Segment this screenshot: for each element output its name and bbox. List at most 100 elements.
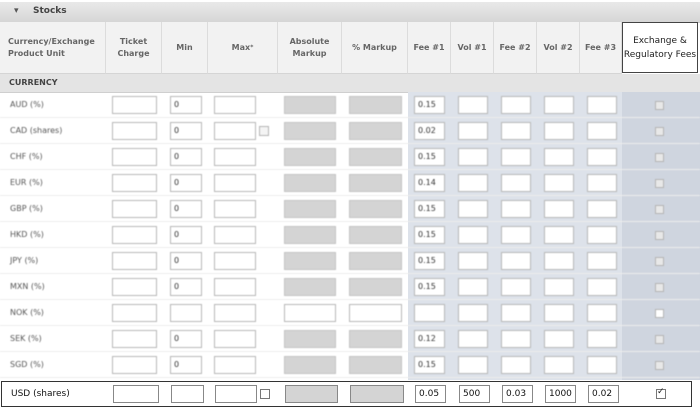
- exchange-fees-checkbox[interactable]: [655, 257, 664, 266]
- max-input[interactable]: [214, 200, 256, 218]
- fee2-input[interactable]: [501, 174, 531, 192]
- fee3-input[interactable]: [587, 278, 617, 296]
- vol2-input[interactable]: [544, 330, 574, 348]
- fee1-input[interactable]: 0.15: [414, 200, 445, 218]
- absolute-markup-input[interactable]: [284, 356, 336, 374]
- absolute-markup-input[interactable]: [284, 304, 336, 322]
- fee2-input[interactable]: [501, 148, 531, 166]
- min-input[interactable]: 0: [170, 356, 202, 374]
- vol2-input[interactable]: [544, 174, 574, 192]
- min-input[interactable]: [170, 304, 202, 322]
- collapse-icon[interactable]: ▾: [14, 6, 19, 16]
- max-input[interactable]: [214, 174, 256, 192]
- exchange-fees-checkbox[interactable]: [655, 101, 664, 110]
- max-input[interactable]: [214, 148, 256, 166]
- min-input[interactable]: 0: [170, 96, 202, 114]
- max-input[interactable]: [214, 226, 256, 244]
- panel-header[interactable]: ▾ Stocks: [0, 2, 700, 23]
- vol1-input[interactable]: [458, 330, 488, 348]
- usd-absolute-markup-input[interactable]: [285, 385, 338, 403]
- fee2-input[interactable]: [501, 278, 531, 296]
- usd-vol1-input[interactable]: 500: [459, 385, 490, 403]
- fee1-input[interactable]: 0.15: [414, 252, 445, 270]
- pct-markup-input[interactable]: [349, 148, 402, 166]
- pct-markup-input[interactable]: [349, 356, 402, 374]
- exchange-fees-checkbox[interactable]: [655, 153, 664, 162]
- max-input[interactable]: [214, 356, 256, 374]
- ticket-input[interactable]: [112, 356, 157, 374]
- pct-markup-input[interactable]: [349, 304, 402, 322]
- fee3-input[interactable]: [587, 148, 617, 166]
- pct-markup-input[interactable]: [349, 122, 402, 140]
- ticket-input[interactable]: [112, 278, 157, 296]
- fee1-input[interactable]: 0.15: [414, 96, 445, 114]
- vol2-input[interactable]: [544, 96, 574, 114]
- min-input[interactable]: 0: [170, 122, 202, 140]
- fee2-input[interactable]: [501, 200, 531, 218]
- usd-fee1-input[interactable]: 0.05: [415, 385, 446, 403]
- vol1-input[interactable]: [458, 122, 488, 140]
- vol2-input[interactable]: [544, 200, 574, 218]
- max-checkbox[interactable]: [259, 126, 269, 136]
- fee1-input[interactable]: 0.15: [414, 148, 445, 166]
- vol1-input[interactable]: [458, 252, 488, 270]
- max-input[interactable]: [214, 330, 256, 348]
- fee3-input[interactable]: [587, 304, 617, 322]
- min-input[interactable]: 0: [170, 330, 202, 348]
- vol1-input[interactable]: [458, 174, 488, 192]
- pct-markup-input[interactable]: [349, 174, 402, 192]
- fee3-input[interactable]: [587, 174, 617, 192]
- fee2-input[interactable]: [501, 304, 531, 322]
- pct-markup-input[interactable]: [349, 96, 402, 114]
- fee1-input[interactable]: 0.02: [414, 122, 445, 140]
- vol1-input[interactable]: [458, 148, 488, 166]
- pct-markup-input[interactable]: [349, 278, 402, 296]
- usd-vol2-input[interactable]: 1000: [545, 385, 576, 403]
- exchange-fees-checkbox[interactable]: [655, 335, 664, 344]
- ticket-input[interactable]: [112, 122, 157, 140]
- vol2-input[interactable]: [544, 278, 574, 296]
- absolute-markup-input[interactable]: [284, 200, 336, 218]
- fee1-input[interactable]: 0.15: [414, 356, 445, 374]
- fee1-input[interactable]: 0.12: [414, 330, 445, 348]
- min-input[interactable]: 0: [170, 200, 202, 218]
- min-input[interactable]: 0: [170, 252, 202, 270]
- pct-markup-input[interactable]: [349, 200, 402, 218]
- fee3-input[interactable]: [587, 226, 617, 244]
- fee2-input[interactable]: [501, 356, 531, 374]
- vol1-input[interactable]: [458, 96, 488, 114]
- usd-fee3-input[interactable]: 0.02: [588, 385, 619, 403]
- max-input[interactable]: [214, 122, 256, 140]
- exchange-fees-checkbox[interactable]: [655, 309, 664, 318]
- max-input[interactable]: [214, 304, 256, 322]
- ticket-input[interactable]: [112, 96, 157, 114]
- absolute-markup-input[interactable]: [284, 122, 336, 140]
- usd-exchange-fees-checkbox[interactable]: [656, 387, 666, 399]
- min-input[interactable]: 0: [170, 226, 202, 244]
- absolute-markup-input[interactable]: [284, 278, 336, 296]
- usd-min-input[interactable]: [171, 385, 204, 403]
- vol2-input[interactable]: [544, 252, 574, 270]
- absolute-markup-input[interactable]: [284, 96, 336, 114]
- ticket-input[interactable]: [112, 330, 157, 348]
- exchange-fees-checkbox[interactable]: [655, 361, 664, 370]
- absolute-markup-input[interactable]: [284, 252, 336, 270]
- pct-markup-input[interactable]: [349, 330, 402, 348]
- vol1-input[interactable]: [458, 356, 488, 374]
- absolute-markup-input[interactable]: [284, 174, 336, 192]
- exchange-fees-checkbox[interactable]: [655, 127, 664, 136]
- vol2-input[interactable]: [544, 226, 574, 244]
- ticket-input[interactable]: [112, 252, 157, 270]
- fee1-input[interactable]: 0.14: [414, 174, 445, 192]
- ticket-input[interactable]: [112, 200, 157, 218]
- exchange-fees-checkbox[interactable]: [655, 283, 664, 292]
- pct-markup-input[interactable]: [349, 252, 402, 270]
- fee3-input[interactable]: [587, 96, 617, 114]
- min-input[interactable]: 0: [170, 174, 202, 192]
- fee3-input[interactable]: [587, 252, 617, 270]
- max-input[interactable]: [214, 252, 256, 270]
- fee2-input[interactable]: [501, 252, 531, 270]
- ticket-input[interactable]: [112, 174, 157, 192]
- exchange-fees-checkbox[interactable]: [655, 231, 664, 240]
- vol2-input[interactable]: [544, 122, 574, 140]
